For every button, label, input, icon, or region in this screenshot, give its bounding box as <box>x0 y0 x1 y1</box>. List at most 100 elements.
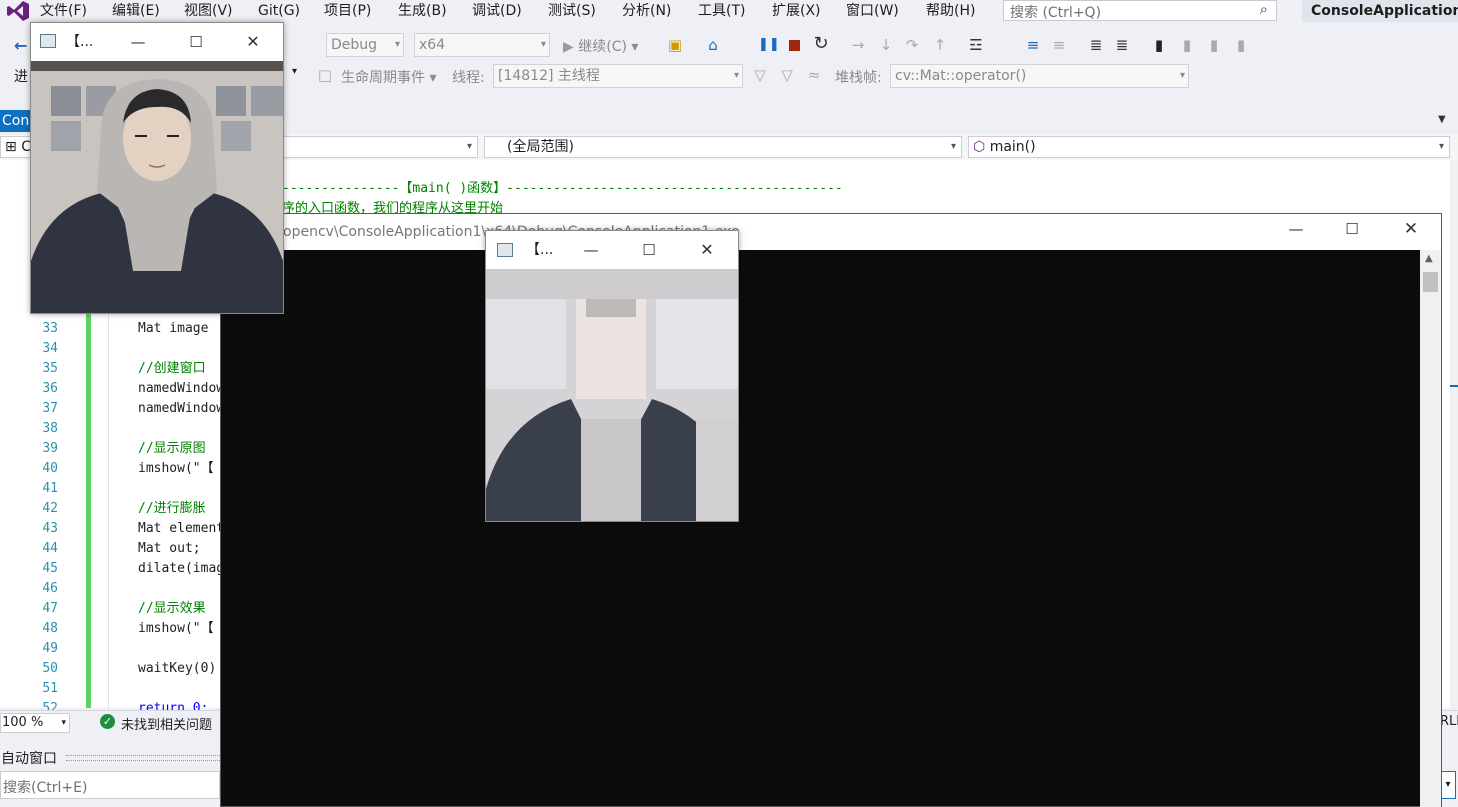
uncomment-icon[interactable]: ≡ <box>1050 36 1068 54</box>
menu-item[interactable]: 项目(P) <box>324 1 371 21</box>
step-into-icon[interactable]: ↓ <box>877 36 895 54</box>
stackframe-combo[interactable]: cv::Mat::operator() ▾ <box>890 64 1189 88</box>
code-line[interactable]: namedWindow <box>138 399 224 419</box>
step-out-icon[interactable]: ↑ <box>931 36 949 54</box>
indent-icon[interactable]: ≣ <box>1087 36 1105 54</box>
step-over-icon[interactable]: ↷ <box>903 36 921 54</box>
scope-value: (全局范围) <box>507 139 574 155</box>
code-line[interactable]: //显示原图 <box>138 439 206 459</box>
code-line[interactable]: waitKey(0) <box>138 659 216 679</box>
menu-item[interactable]: 生成(B) <box>398 1 447 21</box>
code-line[interactable]: //显示效果 <box>138 599 206 619</box>
solution-title[interactable]: ConsoleApplication <box>1302 0 1458 22</box>
menu-item[interactable]: 编辑(E) <box>112 1 160 21</box>
line-number: 38 <box>42 421 58 436</box>
effect-image-window[interactable]: 【... — ☐ ✕ <box>485 230 739 522</box>
chevron-down-icon[interactable]: ▾ <box>1440 771 1456 799</box>
code-line[interactable]: //进行膨胀 <box>138 499 206 519</box>
minimize-icon[interactable]: — <box>576 231 606 269</box>
lifecycle-icon[interactable]: □ <box>316 66 334 84</box>
flag-threads-icon[interactable]: ≈ <box>805 66 823 84</box>
code-line[interactable]: imshow("【 <box>138 459 214 479</box>
next-bookmark-icon[interactable]: ▮ <box>1205 36 1223 54</box>
bookmark-icon[interactable]: ▮ <box>1150 36 1168 54</box>
line-number: 42 <box>42 501 58 516</box>
search-box[interactable]: 搜索 (Ctrl+Q) ⌕ <box>1003 0 1277 21</box>
search-icon[interactable]: ⌕ <box>1260 0 1268 18</box>
line-number: 34 <box>42 341 58 356</box>
config-combo[interactable]: Debug ▾ <box>326 33 404 57</box>
menu-item[interactable]: 帮助(H) <box>926 1 975 21</box>
zoom-combo[interactable]: 100 % ▾ <box>0 713 70 733</box>
line-number: 37 <box>42 401 58 416</box>
menu-item[interactable]: 视图(V) <box>184 1 233 21</box>
lifecycle-events-button[interactable]: 生命周期事件 ▾ <box>341 67 436 87</box>
effect-window-title: 【... <box>526 242 554 258</box>
code-line[interactable]: imshow("【 <box>138 619 214 639</box>
issues-status[interactable]: 未找到相关问题 <box>121 714 212 733</box>
editor-scrollbar[interactable] <box>1450 160 1458 708</box>
minimize-icon[interactable]: — <box>123 23 153 61</box>
code-line[interactable]: Mat element <box>138 519 224 539</box>
console-scrollbar[interactable]: ▲ <box>1420 250 1441 807</box>
member-combo[interactable]: ⬡ main() ▾ <box>968 136 1450 158</box>
original-image <box>31 61 283 313</box>
config-value: Debug <box>331 37 378 53</box>
maximize-icon[interactable]: ☐ <box>181 23 211 61</box>
menu-item[interactable]: 窗口(W) <box>846 1 899 21</box>
filter-icon[interactable]: ▽ <box>751 66 769 84</box>
tab-overflow-icon[interactable]: ▼ <box>1438 114 1446 125</box>
original-image-window[interactable]: 【... — ☐ ✕ <box>30 22 284 314</box>
continue-button[interactable]: ▶ 继续(C) ▾ <box>563 36 638 56</box>
scope-combo[interactable]: (全局范围) ▾ <box>484 136 962 158</box>
code-line[interactable]: dilate(imag <box>138 559 224 579</box>
minimize-icon[interactable]: — <box>1281 220 1311 238</box>
folder-icon[interactable]: ▣ <box>666 36 684 54</box>
maximize-icon[interactable]: ☐ <box>634 231 664 269</box>
console-titlebar[interactable]: opencv\ConsoleApplication1\x64\Debug\Con… <box>221 214 1441 250</box>
line-number: 40 <box>42 461 58 476</box>
code-line[interactable]: Mat out; <box>138 539 201 559</box>
home-icon[interactable]: ⌂ <box>704 36 722 54</box>
maximize-icon[interactable]: ☐ <box>1337 220 1367 238</box>
show-next-statement-icon[interactable]: → <box>849 36 867 54</box>
scroll-up-icon[interactable]: ▲ <box>1425 253 1433 264</box>
restart-icon[interactable]: ↻ <box>812 35 830 53</box>
code-line[interactable]: Mat image <box>138 319 216 339</box>
chevron-down-icon: ▾ <box>733 70 739 81</box>
autos-title[interactable]: 自动窗口 <box>1 748 57 768</box>
effect-window-titlebar[interactable]: 【... — ☐ ✕ <box>486 231 738 269</box>
line-ending-status[interactable]: RLF <box>1440 714 1458 729</box>
platform-combo[interactable]: x64 ▾ <box>414 33 550 57</box>
filter-clear-icon[interactable]: ▽ <box>778 66 796 84</box>
back-arrow-icon[interactable]: ← <box>14 36 27 55</box>
close-icon[interactable]: ✕ <box>238 23 268 61</box>
original-window-titlebar[interactable]: 【... — ☐ ✕ <box>31 23 283 61</box>
chevron-down-icon[interactable]: ▾ <box>292 66 297 77</box>
stop-icon[interactable] <box>789 40 800 51</box>
menu-item[interactable]: 分析(N) <box>622 1 671 21</box>
stackframe-value: cv::Mat::operator() <box>895 68 1027 84</box>
close-icon[interactable]: ✕ <box>692 231 722 269</box>
menu-item[interactable]: 调试(D) <box>472 1 522 21</box>
line-number: 44 <box>42 541 58 556</box>
console-window[interactable] <box>220 213 1442 807</box>
prev-bookmark-icon[interactable]: ▮ <box>1178 36 1196 54</box>
menu-item[interactable]: Git(G) <box>258 1 300 21</box>
menu-item[interactable]: 文件(F) <box>40 1 87 21</box>
code-line[interactable]: namedWindow <box>138 379 224 399</box>
scroll-thumb[interactable] <box>1423 272 1438 292</box>
code-line[interactable]: //创建窗口 <box>138 359 206 379</box>
comment-icon[interactable]: ≡ <box>1024 36 1042 54</box>
menu-item[interactable]: 测试(S) <box>548 1 596 21</box>
menu-item[interactable]: 工具(T) <box>698 1 745 21</box>
menu-item[interactable]: 扩展(X) <box>772 1 821 21</box>
hot-reload-icon[interactable]: ☲ <box>967 36 985 54</box>
pause-icon[interactable]: ❚❚ <box>758 36 780 54</box>
thread-combo[interactable]: [14812] 主线程 ▾ <box>493 64 743 88</box>
autos-grip[interactable] <box>66 755 220 761</box>
clear-bookmarks-icon[interactable]: ▮ <box>1232 36 1250 54</box>
outdent-icon[interactable]: ≣ <box>1113 36 1131 54</box>
autos-search[interactable]: 搜索(Ctrl+E) <box>0 771 220 799</box>
close-icon[interactable]: ✕ <box>1396 219 1426 239</box>
